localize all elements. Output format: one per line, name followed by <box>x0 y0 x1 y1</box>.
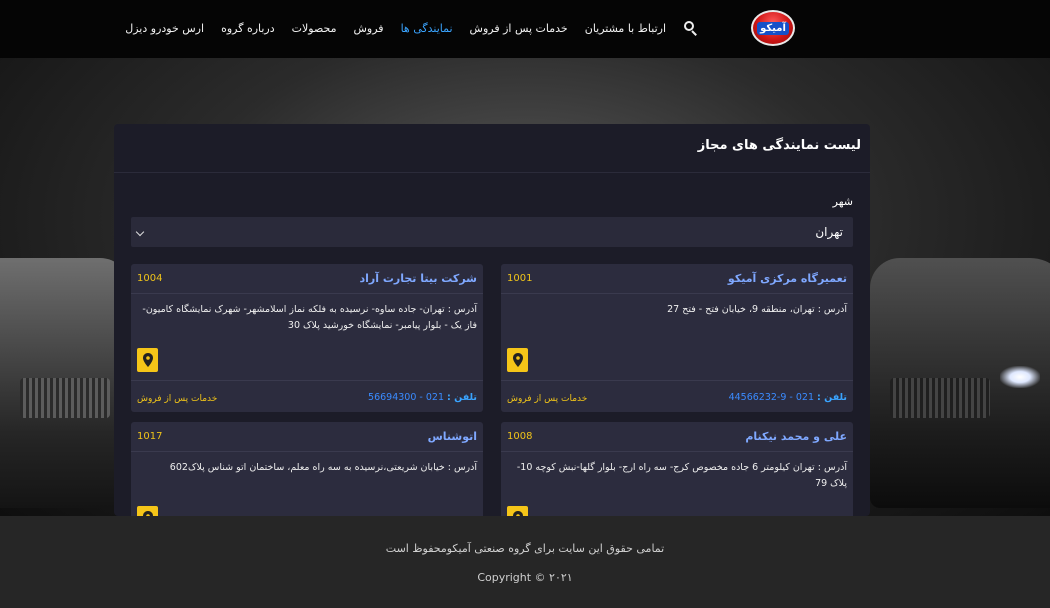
dealer-card: علی و محمد نیکنام 1008 آدرس : تهران کیلو… <box>501 422 853 516</box>
dealer-phone[interactable]: تلفن : 021 - 9-44566232 <box>729 392 847 403</box>
amico-logo[interactable]: آمیکو <box>751 10 795 46</box>
car-left-image <box>0 258 130 508</box>
footer-rights-text: تمامی حقوق این سایت برای گروه صنعتی آمیک… <box>385 542 665 555</box>
dealership-panel: لیست نمایندگی های مجاز شهر تهران تعمیرگا… <box>114 124 870 516</box>
dealer-address: آدرس : تهران- جاده ساوه- نرسیده به فلکه … <box>142 304 477 331</box>
map-pin-button[interactable] <box>137 506 158 516</box>
car-right-image <box>870 258 1050 508</box>
after-sales-link[interactable]: خدمات پس از فروش <box>137 394 217 404</box>
card-header: شرکت بیتا تجارت آراد 1004 <box>131 264 483 294</box>
dealer-card: تعمیرگاه مرکزی آمیکو 1001 آدرس : تهران، … <box>501 264 853 412</box>
panel-title: لیست نمایندگی های مجاز <box>697 138 861 153</box>
city-select[interactable]: تهران <box>131 217 853 247</box>
map-pin-button[interactable] <box>507 506 528 516</box>
card-header: تعمیرگاه مرکزی آمیکو 1001 <box>501 264 853 294</box>
top-navigation-bar: آمیکو ارس خودرو دیزل درباره گروه محصولات… <box>0 0 1050 58</box>
nav-products[interactable]: محصولات <box>292 22 337 35</box>
card-header: اتوشناس 1017 <box>131 422 483 452</box>
dealer-card: اتوشناس 1017 آدرس : خیابان شریعتی،نرسیده… <box>131 422 483 516</box>
dealer-address: آدرس : تهران، منطقه 9، خیابان فتح - فتح … <box>667 304 847 315</box>
dealer-code: 1004 <box>137 273 163 284</box>
site-footer: تمامی حقوق این سایت برای گروه صنعتی آمیک… <box>0 516 1050 608</box>
main-nav: ارس خودرو دیزل درباره گروه محصولات فروش … <box>125 18 705 38</box>
footer-copyright: Copyright © ۲۰۲۱ <box>477 571 573 584</box>
nav-dealerships[interactable]: نمایندگی ها <box>401 22 453 35</box>
dealer-code: 1008 <box>507 431 533 442</box>
dealer-code: 1001 <box>507 273 533 284</box>
card-divider <box>501 380 853 381</box>
dealer-code: 1017 <box>137 431 163 442</box>
dealer-address: آدرس : تهران کیلومتر 6 جاده مخصوص کرج- س… <box>516 462 847 489</box>
chevron-down-icon <box>135 227 145 237</box>
map-pin-button[interactable] <box>507 348 528 372</box>
map-pin-icon <box>512 353 523 367</box>
dealer-name[interactable]: تعمیرگاه مرکزی آمیکو <box>728 272 847 285</box>
dealer-card: شرکت بیتا تجارت آراد 1004 آدرس : تهران- … <box>131 264 483 412</box>
dealer-phone[interactable]: تلفن : 021 - 56694300 <box>368 392 477 403</box>
search-icon[interactable] <box>683 21 697 36</box>
city-select-value: تهران <box>815 225 843 239</box>
city-label: شهر <box>832 195 853 208</box>
map-pin-button[interactable] <box>137 348 158 372</box>
card-header: علی و محمد نیکنام 1008 <box>501 422 853 452</box>
map-pin-icon <box>142 353 153 367</box>
nav-customer-relations[interactable]: ارتباط با مشتریان <box>585 22 666 35</box>
nav-after-sales[interactable]: خدمات پس از فروش <box>470 22 568 35</box>
nav-about-group[interactable]: درباره گروه <box>221 22 275 35</box>
logo-text: آمیکو <box>757 21 789 35</box>
dealer-address: آدرس : خیابان شریعتی،نرسیده به سه راه مع… <box>169 462 477 473</box>
dealer-name[interactable]: شرکت بیتا تجارت آراد <box>359 272 477 285</box>
nav-aras-diesel[interactable]: ارس خودرو دیزل <box>125 22 204 35</box>
after-sales-link[interactable]: خدمات پس از فروش <box>507 394 587 404</box>
nav-sales[interactable]: فروش <box>353 22 383 35</box>
panel-divider <box>114 172 870 173</box>
card-divider <box>131 380 483 381</box>
dealer-name[interactable]: علی و محمد نیکنام <box>745 430 847 443</box>
dealer-name[interactable]: اتوشناس <box>428 430 477 443</box>
